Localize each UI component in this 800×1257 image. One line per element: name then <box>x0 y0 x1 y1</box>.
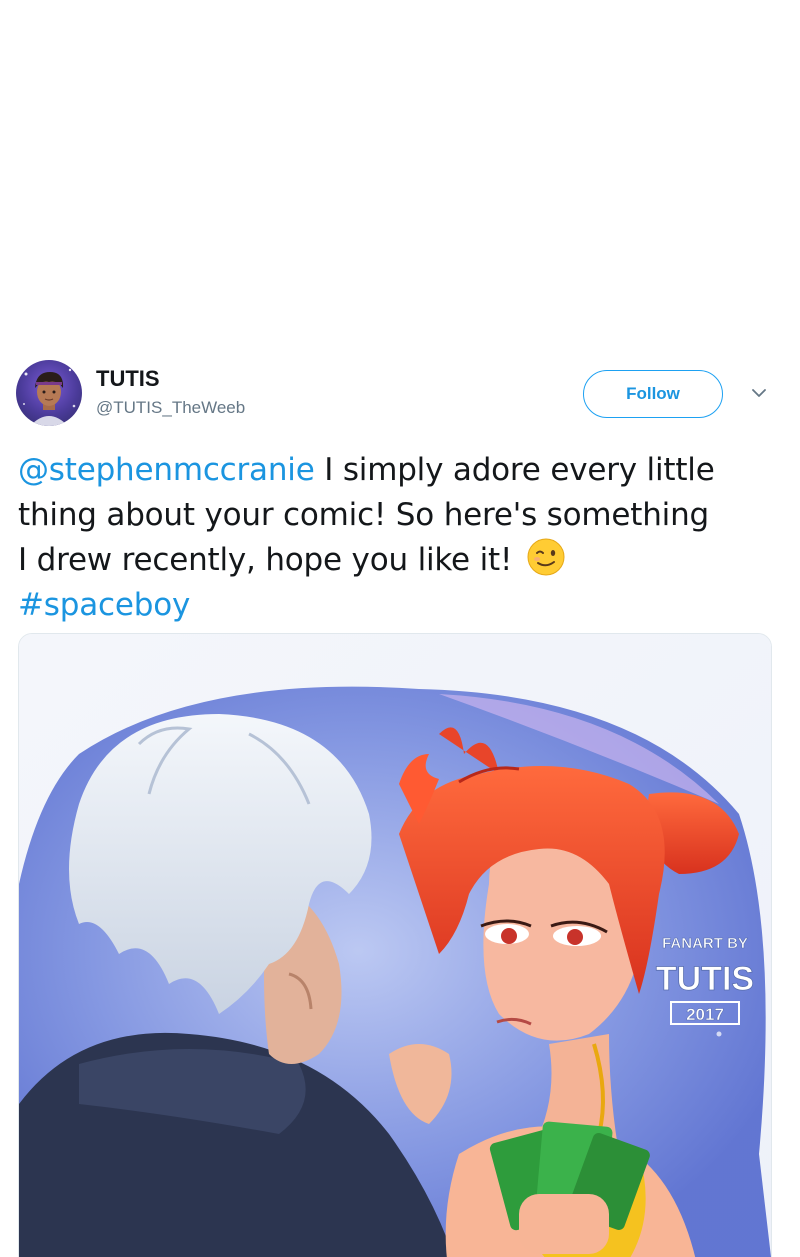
avatar[interactable] <box>16 360 82 426</box>
author-handle[interactable]: @TUTIS_TheWeeb <box>96 398 245 418</box>
tweet-page: TUTIS @TUTIS_TheWeeb Follow @stephenmccr… <box>0 0 800 1257</box>
watermark-text-line1: FANART BY <box>662 935 748 952</box>
avatar-illustration <box>23 368 76 426</box>
winking-face-emoji-icon <box>527 538 565 576</box>
tweet-text-line3: I drew recently, hope you like it! <box>18 542 522 578</box>
mention-link[interactable]: @stephenmccranie <box>18 452 315 488</box>
chevron-down-icon[interactable] <box>750 384 768 402</box>
tweet-header: TUTIS @TUTIS_TheWeeb Follow <box>16 360 786 430</box>
tweet-media-image[interactable]: FANART BY TUTIS 2017 <box>18 633 772 1257</box>
watermark-text-line3: 2017 <box>686 1005 724 1024</box>
tweet-text-line1: I simply adore every little <box>314 452 715 488</box>
tweet-text: @stephenmccranie I simply adore every li… <box>18 448 783 627</box>
tweet-text-line2: thing about your comic! So here's someth… <box>18 496 710 533</box>
fanart-watermark: FANART BY TUTIS 2017 <box>655 935 755 1025</box>
hashtag-link[interactable]: #spaceboy <box>18 587 190 623</box>
author-display-name[interactable]: TUTIS <box>96 366 160 392</box>
watermark-text-line2: TUTIS <box>656 960 754 998</box>
fanart-illustration: FANART BY TUTIS 2017 <box>19 634 771 1257</box>
follow-button[interactable]: Follow <box>583 370 723 418</box>
